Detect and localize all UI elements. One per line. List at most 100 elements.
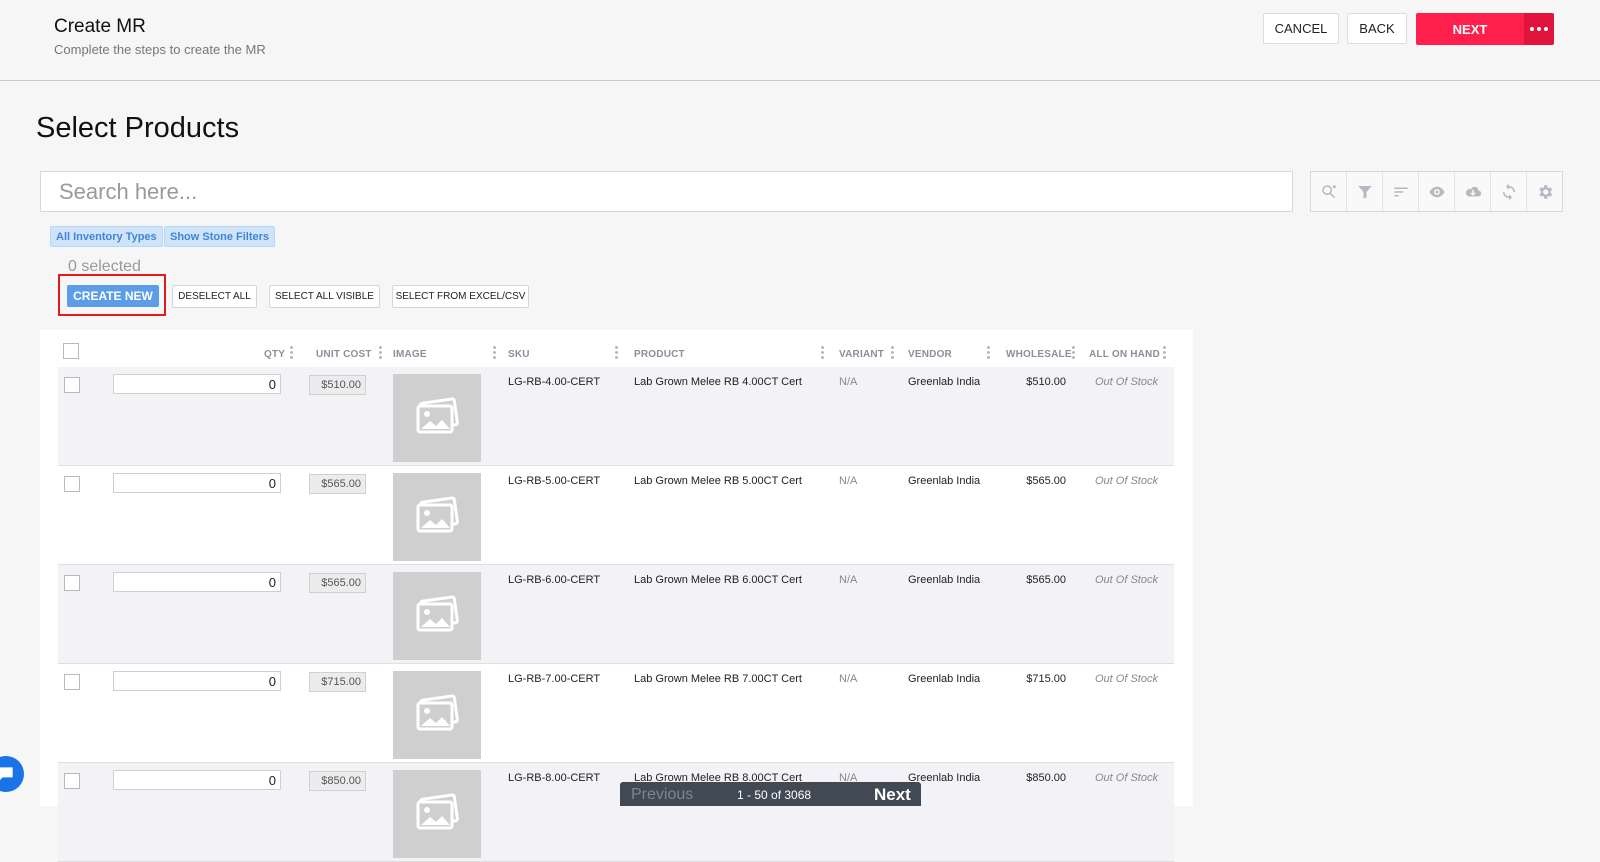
qty-input[interactable] <box>113 572 281 592</box>
wholesale-cell: $565.00 <box>1026 574 1066 586</box>
on-hand-cell: Out Of Stock <box>1095 376 1158 388</box>
table-row[interactable]: $565.00 LG-RB-5.00-CERT Lab Grown Melee RB… <box>58 466 1174 565</box>
product-cell: Lab Grown Melee RB 5.00CT Cert <box>634 475 802 487</box>
col-resize-handle[interactable] <box>821 346 824 360</box>
col-variant[interactable]: VARIANT <box>839 349 884 360</box>
more-options-button[interactable] <box>1524 13 1554 45</box>
col-all-on-hand[interactable]: ALL ON HAND <box>1089 349 1160 360</box>
row-checkbox[interactable] <box>64 674 80 690</box>
sku-cell: LG-RB-4.00-CERT <box>508 376 601 388</box>
search-input[interactable] <box>40 171 1293 212</box>
product-cell: Lab Grown Melee RB 7.00CT Cert <box>634 673 802 685</box>
product-image-placeholder <box>393 671 481 759</box>
page-range: 1 - 50 of 3068 <box>737 788 812 802</box>
table-row[interactable]: $565.00 LG-RB-6.00-CERT Lab Grown Melee RB… <box>58 565 1174 664</box>
refresh-icon[interactable] <box>1491 172 1527 211</box>
gear-icon[interactable] <box>1527 172 1562 211</box>
more-dots-icon <box>1530 27 1548 31</box>
page-header: Create MR Complete the steps to create t… <box>0 0 1600 81</box>
qty-input[interactable] <box>113 473 281 493</box>
table-row[interactable]: $715.00 LG-RB-7.00-CERT Lab Grown Melee RB… <box>58 664 1174 763</box>
product-image-placeholder <box>393 572 481 660</box>
pagination-bar: Previous 1 - 50 of 3068 Next <box>620 782 921 806</box>
next-button[interactable]: NEXT <box>1416 13 1524 45</box>
vendor-cell: Greenlab India <box>908 376 981 388</box>
qty-input[interactable] <box>113 770 281 790</box>
image-icon <box>414 595 460 638</box>
row-checkbox[interactable] <box>64 476 80 492</box>
deselect-all-button[interactable]: DESELECT ALL <box>172 285 257 308</box>
image-icon <box>414 793 460 836</box>
sku-cell: LG-RB-8.00-CERT <box>508 772 601 784</box>
col-vendor[interactable]: VENDOR <box>908 349 952 360</box>
table-row[interactable]: $510.00 LG-RB-4.00-CERT Lab Grown Melee RB… <box>58 367 1174 466</box>
product-image-placeholder <box>393 770 481 858</box>
vendor-cell: Greenlab India <box>908 574 981 586</box>
product-image-placeholder <box>393 473 481 561</box>
col-wholesale[interactable]: WHOLESALE <box>1006 349 1072 360</box>
row-checkbox[interactable] <box>64 377 80 393</box>
on-hand-cell: Out Of Stock <box>1095 673 1158 685</box>
col-resize-handle[interactable] <box>379 346 382 360</box>
col-qty[interactable]: QTY <box>264 349 285 360</box>
stone-filters-toggle[interactable]: Show Stone Filters <box>164 226 276 247</box>
wholesale-cell: $715.00 <box>1026 673 1066 685</box>
toolbar <box>1310 171 1563 212</box>
qty-input[interactable] <box>113 671 281 691</box>
cancel-button[interactable]: CANCEL <box>1263 13 1339 44</box>
select-all-visible-button[interactable]: SELECT ALL VISIBLE <box>269 285 380 308</box>
on-hand-cell: Out Of Stock <box>1095 475 1158 487</box>
col-resize-handle[interactable] <box>290 346 293 360</box>
sort-icon[interactable] <box>1383 172 1419 211</box>
variant-cell: N/A <box>839 673 858 685</box>
col-resize-handle[interactable] <box>493 346 496 360</box>
next-page-button[interactable]: Next <box>874 785 911 805</box>
unit-cost-field: $565.00 <box>309 573 366 593</box>
col-image[interactable]: IMAGE <box>393 349 427 360</box>
qty-input[interactable] <box>113 374 281 394</box>
filter-icon[interactable] <box>1347 172 1383 211</box>
col-resize-handle[interactable] <box>1072 346 1075 360</box>
sku-cell: LG-RB-7.00-CERT <box>508 673 601 685</box>
col-resize-handle[interactable] <box>891 346 894 360</box>
inventory-types-filter[interactable]: All Inventory Types <box>50 226 163 247</box>
unit-cost-field: $510.00 <box>309 375 366 395</box>
eye-icon[interactable] <box>1419 172 1455 211</box>
variant-cell: N/A <box>839 376 858 388</box>
variant-cell: N/A <box>839 574 858 586</box>
previous-page-button[interactable]: Previous <box>631 786 693 804</box>
unit-cost-field: $715.00 <box>309 672 366 692</box>
unit-cost-field: $565.00 <box>309 474 366 494</box>
col-product[interactable]: PRODUCT <box>634 349 685 360</box>
product-cell: Lab Grown Melee RB 6.00CT Cert <box>634 574 802 586</box>
image-icon <box>414 397 460 440</box>
on-hand-cell: Out Of Stock <box>1095 574 1158 586</box>
variant-cell: N/A <box>839 475 858 487</box>
on-hand-cell: Out Of Stock <box>1095 772 1158 784</box>
chat-support-icon[interactable] <box>0 756 24 792</box>
col-sku[interactable]: SKU <box>508 349 530 360</box>
select-from-excel-button[interactable]: SELECT FROM EXCEL/CSV <box>392 285 529 308</box>
table-row[interactable]: $850.00LG-RB-8.00-CERTLab Grown Melee RB… <box>58 763 1174 862</box>
page-title: Select Products <box>36 112 240 144</box>
wholesale-cell: $510.00 <box>1026 376 1066 388</box>
wholesale-cell: $850.00 <box>1026 772 1066 784</box>
image-icon <box>414 496 460 539</box>
product-image-placeholder <box>393 374 481 462</box>
col-resize-handle[interactable] <box>987 346 990 360</box>
search-settings-icon[interactable] <box>1311 172 1347 211</box>
row-checkbox[interactable] <box>64 773 80 789</box>
vendor-cell: Greenlab India <box>908 673 981 685</box>
header-subtitle: Complete the steps to create the MR <box>54 42 266 57</box>
back-button[interactable]: BACK <box>1347 13 1407 44</box>
table-header: QTY UNIT COST IMAGE SKU PRODUCT VARIANT … <box>58 340 1174 367</box>
wholesale-cell: $565.00 <box>1026 475 1066 487</box>
col-resize-handle[interactable] <box>615 346 618 360</box>
col-unit-cost[interactable]: UNIT COST <box>316 349 372 360</box>
col-resize-handle[interactable] <box>1163 346 1166 360</box>
image-icon <box>414 694 460 737</box>
cloud-download-icon[interactable] <box>1455 172 1491 211</box>
row-checkbox[interactable] <box>64 575 80 591</box>
product-cell: Lab Grown Melee RB 4.00CT Cert <box>634 376 802 388</box>
create-new-button[interactable]: CREATE NEW <box>67 285 159 307</box>
